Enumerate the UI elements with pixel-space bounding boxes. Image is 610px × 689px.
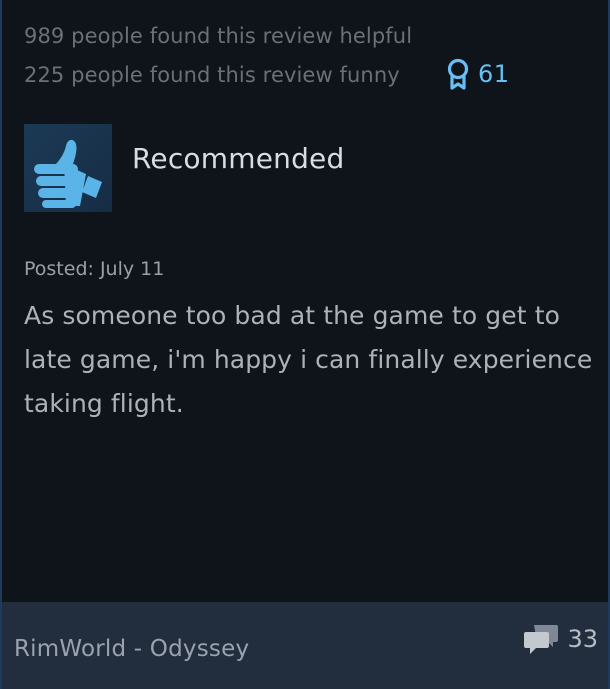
comments-icon	[523, 622, 559, 656]
award-badge[interactable]: 61	[446, 58, 510, 90]
posted-date: Posted: July 11	[24, 258, 165, 280]
award-ribbon-icon	[446, 58, 470, 90]
comment-count: 33	[567, 625, 598, 653]
recommendation-label: Recommended	[132, 142, 345, 175]
recommendation-badge	[24, 124, 112, 212]
game-title-link[interactable]: RimWorld - Odyssey	[14, 636, 249, 662]
review-footer: RimWorld - Odyssey 33	[2, 602, 608, 689]
award-count: 61	[478, 60, 510, 88]
review-card: 989 people found this review helpful 225…	[0, 0, 610, 689]
helpful-count-text: 989 people found this review helpful	[24, 24, 413, 48]
thumbs-up-icon	[24, 124, 112, 212]
funny-count-text: 225 people found this review funny	[24, 63, 400, 87]
comments-button[interactable]: 33	[523, 622, 598, 656]
review-body-text: As someone too bad at the game to get to…	[24, 301, 593, 418]
